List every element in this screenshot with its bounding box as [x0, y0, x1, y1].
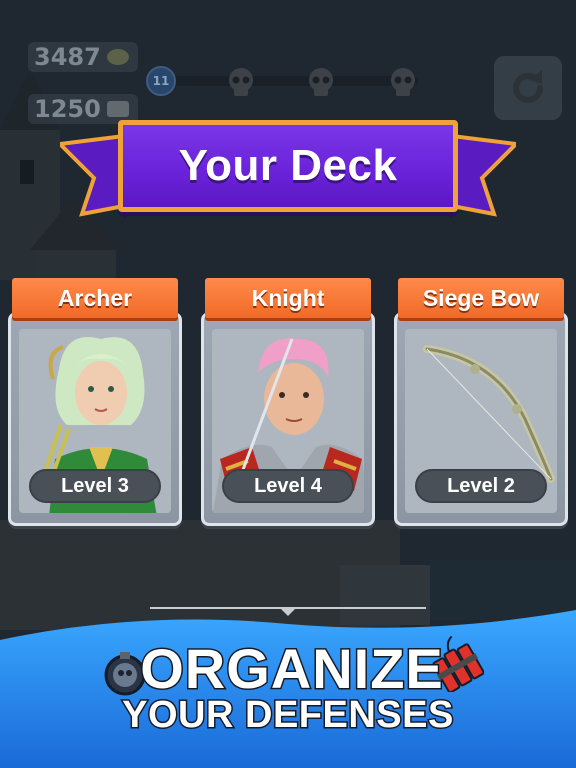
- slogan-line-1: ORGANIZE: [139, 636, 445, 702]
- stone-icon: [106, 101, 129, 117]
- card-level: Level 2: [447, 474, 515, 497]
- level-badge: Level 2: [415, 469, 547, 503]
- card-siege-bow[interactable]: Level 2 Siege Bow: [392, 278, 570, 526]
- card-frame: Level 3: [8, 312, 182, 526]
- banner-main: Your Deck: [118, 120, 458, 212]
- coin-icon: [106, 49, 129, 65]
- card-level: Level 3: [61, 474, 129, 497]
- slogan-line-2: YOUR DEFENSES: [121, 693, 455, 738]
- level-badge: Level 3: [29, 469, 161, 503]
- card-header: Knight: [195, 278, 381, 324]
- your-deck-banner: Your Deck: [60, 118, 516, 228]
- card-name: Siege Bow: [422, 284, 540, 311]
- card-archer[interactable]: Level 3 Archer: [6, 278, 184, 526]
- skull-icon: [391, 68, 415, 96]
- card-name: Knight: [251, 284, 325, 311]
- card-title-tab: Knight: [205, 278, 371, 318]
- progress-track: [166, 76, 418, 86]
- player-level-badge: 11: [146, 66, 176, 96]
- refresh-icon: [513, 70, 543, 103]
- page-title: Your Deck: [178, 141, 398, 190]
- card-header: Archer: [2, 278, 188, 324]
- card-level: Level 4: [254, 474, 322, 497]
- card-title-tab: Archer: [12, 278, 178, 318]
- card-title-tab: Siege Bow: [398, 278, 564, 318]
- refresh-button[interactable]: [494, 56, 562, 120]
- skull-icon: [229, 68, 253, 96]
- card-frame: Level 2: [394, 312, 568, 526]
- coin-count: 3487: [34, 43, 101, 71]
- skull-icon: [309, 68, 333, 96]
- card-name: Archer: [57, 284, 133, 311]
- card-frame: Level 4: [201, 312, 375, 526]
- level-progress: 11: [146, 66, 428, 96]
- level-badge: Level 4: [222, 469, 354, 503]
- card-knight[interactable]: Level 4 Knight: [199, 278, 377, 526]
- coin-counter: 3487: [28, 42, 138, 72]
- card-header: Siege Bow: [388, 278, 574, 324]
